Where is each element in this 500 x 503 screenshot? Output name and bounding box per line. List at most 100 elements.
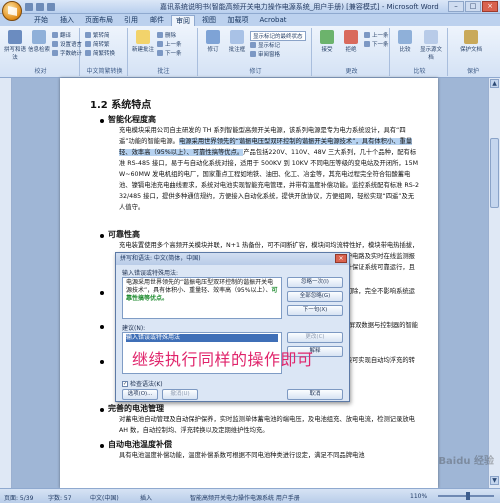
group-proofing: 拼写和语法 信息检索 翻译 设置语言 字数统计 校对 [2,28,82,76]
tab-insert[interactable]: 插入 [56,15,78,26]
scroll-down-icon[interactable]: ▼ [490,476,499,485]
reject-button[interactable]: 拒绝 [340,30,362,53]
window-title: 嘉讯系统说明书(智能高频开关电力操作电源系统_用户手册) [兼容模式] - Mi… [160,3,439,11]
tab-view[interactable]: 视图 [198,15,220,26]
word-count-icon [52,50,58,56]
accept-button[interactable]: 接受 [316,30,338,53]
group-label-comments: 批注 [157,68,170,75]
language-icon [52,41,58,47]
research-icon [32,30,46,44]
protect-document-button[interactable]: 保护文档 [460,30,482,53]
scrollbar-thumb[interactable] [490,138,499,208]
suggestion-item[interactable]: 输入错误或特殊用法 [126,334,278,342]
subheading: 智能化程度高 [108,115,156,124]
page-indicator[interactable]: 页面: 5/39 [4,493,33,502]
change-button[interactable]: 更改(C) [287,332,343,343]
new-comment-button[interactable]: 新建批注 [132,30,154,53]
lock-icon [464,30,478,44]
tab-home[interactable]: 开始 [30,15,52,26]
tab-mailings[interactable]: 邮件 [146,15,168,26]
group-protect: 保护文档 保护 [450,28,496,76]
group-label-tracking: 修订 [249,68,262,75]
delete-comment-button[interactable]: 删除 [157,31,176,39]
cancel-button[interactable]: 取消 [287,389,343,400]
to-simplified-button[interactable]: 繁转简 [85,31,110,39]
spelling-grammar-dialog: 拼写和语法: 中文(简体，中国) × 输入错误或特殊用法: 电源采用世界领先的“… [115,252,350,402]
paragraph: 充电模块采用公司自主研发的 TH 系列智能型高频开关电源，该系列电源是专为电力系… [119,127,420,211]
zoom-slider-thumb[interactable] [466,492,470,500]
bullet-icon [100,408,104,412]
language-button[interactable]: 设置语言 [52,40,82,48]
group-label-proofing: 校对 [34,68,47,75]
tutorial-annotation: 继续执行同样的操作即可 [132,350,314,369]
tab-addins[interactable]: 加载项 [224,15,252,26]
compare-icon [398,30,412,44]
tab-references[interactable]: 引用 [120,15,142,26]
compare-button[interactable]: 比较 [394,30,416,53]
bullet-icon [100,360,104,364]
show-source-button[interactable]: 显示源文档 [420,30,442,61]
ribbon-tabs: 开始 插入 页面布局 引用 邮件 审阅 视图 加载项 Acrobat [0,14,500,26]
footer-preview: 智能高频开关电力操作电源系统 用户手册 [190,495,300,502]
next-change-button[interactable]: 下一条 [364,40,389,48]
markup-display-select[interactable]: 显示标记的最终状态 [250,31,306,41]
prev-comment-button[interactable]: 上一条 [157,40,182,48]
balloons-button[interactable]: 批注框 [226,30,248,53]
group-comments: 新建批注 删除 上一条 下一条 批注 [130,28,198,76]
language-indicator[interactable]: 中文(中国) [90,493,119,502]
comment-icon [136,30,150,44]
next-sentence-button[interactable]: 下一句(X) [287,305,343,316]
zoom-level[interactable]: 110% [410,493,427,500]
undo-button[interactable]: 撤消(U) [162,389,198,400]
quick-access-toolbar [25,3,55,11]
word-count[interactable]: 字数: 57 [48,493,72,502]
spelling-grammar-button[interactable]: 拼写和语法 [4,30,26,61]
maximize-button[interactable]: □ [465,1,481,12]
vertical-ruler [0,78,12,488]
next-comment-button[interactable]: 下一条 [157,49,182,57]
bullet-icon [100,291,104,295]
group-compare: 比较 显示源文档 比较 [392,28,448,76]
tab-page-layout[interactable]: 页面布局 [82,15,116,26]
dialog-close-icon[interactable]: × [335,254,347,263]
scroll-up-icon[interactable]: ▲ [490,79,499,88]
redo-icon[interactable] [47,3,55,11]
word-count-button[interactable]: 字数统计 [52,49,82,57]
bullet-icon [100,325,104,329]
group-label-changes: 更改 [345,68,358,75]
group-changes: 接受 拒绝 上一条 下一条 更改 [314,28,390,76]
next-change-icon [364,41,370,47]
track-changes-button[interactable]: 修订 [202,30,224,53]
accept-icon [320,30,334,44]
show-markup-button[interactable]: 显示标记 [250,41,280,49]
reject-icon [344,30,358,44]
tab-acrobat[interactable]: Acrobat [256,15,290,26]
ignore-once-button[interactable]: 忽略一次(I) [287,277,343,288]
suggestions-label: 建议(N): [122,325,146,332]
tab-review[interactable]: 审阅 [171,15,195,26]
vertical-scrollbar[interactable]: ▲ ▼ [488,78,500,488]
ribbon: 拼写和语法 信息检索 翻译 设置语言 字数统计 校对 繁转简 简转繁 简繁转换 … [0,26,500,78]
prev-change-button[interactable]: 上一条 [364,31,389,39]
check-grammar-checkbox[interactable]: ✓ 检查语法(K) [122,379,163,388]
ignore-all-button[interactable]: 全部忽略(G) [287,291,343,302]
office-button[interactable] [2,1,22,21]
watermark: Baidu 经验 [438,456,494,467]
translate-button[interactable]: 翻译 [52,31,71,39]
group-chinese-conversion: 繁转简 简转繁 简繁转换 中文简繁转换 [82,28,128,76]
traditional-icon [85,41,91,47]
options-button[interactable]: 选项(O)... [122,389,158,400]
save-icon[interactable] [25,3,33,11]
insert-mode[interactable]: 插入 [140,493,152,502]
balloon-icon [230,30,244,44]
convert-icon [85,50,91,56]
sentence-textbox[interactable]: 电源采用世界领先的“谐振电压型双环控制的谐振开关电源技术”，具有体积小、重量轻、… [122,277,282,319]
minimize-button[interactable]: – [448,1,464,12]
close-button[interactable]: × [482,1,498,12]
research-button[interactable]: 信息检索 [28,30,50,53]
to-traditional-button[interactable]: 简转繁 [85,40,110,48]
prev-icon [157,41,163,47]
undo-icon[interactable] [36,3,44,11]
reviewing-pane-button[interactable]: 审阅窗格 [250,50,280,58]
convert-button[interactable]: 简繁转换 [85,49,115,57]
